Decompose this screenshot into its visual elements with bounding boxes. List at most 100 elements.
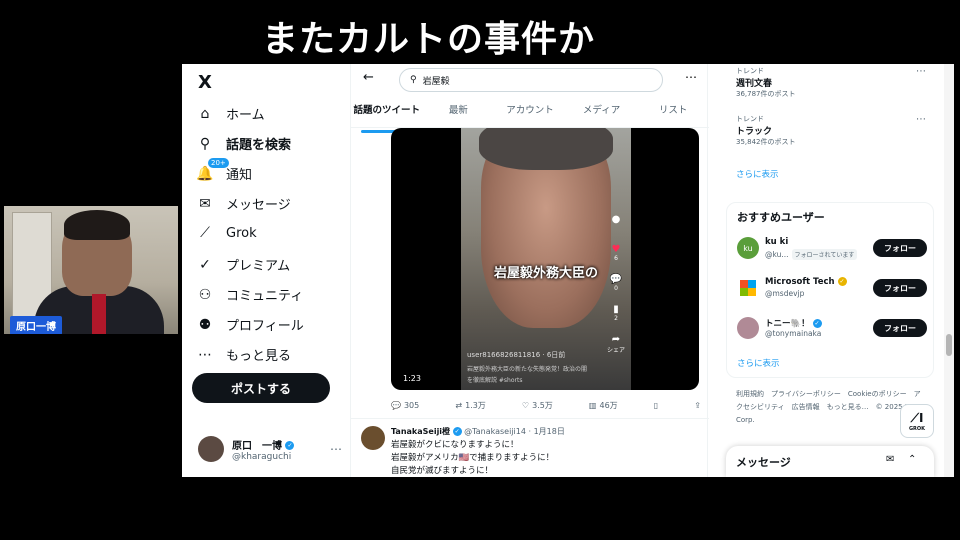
bookmark-button[interactable]: ▯ (654, 400, 658, 411)
more-dots-icon[interactable]: ⋯ (685, 70, 697, 84)
account-switcher[interactable]: 原口 一博 ✓ @kharaguchi ⋯ (198, 436, 342, 462)
trend-title: 週刊文春 (736, 79, 773, 89)
tweet-author-handle: @Tanakaseiji14 (464, 427, 526, 436)
verified-icon: ✓ (452, 427, 462, 436)
tab-top[interactable]: 話題のツイート (351, 100, 423, 133)
trend-title: トラック (736, 127, 773, 137)
nav-item-label: コミュニティ (226, 289, 304, 304)
avatar: ku (737, 237, 759, 259)
footer-links[interactable]: 利用規約 プライバシーポリシー Cookieのポリシー アクセシビリティ 広告情… (736, 388, 926, 427)
stage: またカルトの事件か 原口一博 X ⌂ ホーム ⚲ 話題を検索 🔔 20+ 通知 ✉ メッセージ ⟋… (0, 0, 960, 540)
bookmark-icon: ▯ (653, 401, 659, 410)
avatar (198, 436, 224, 462)
profile-icon: ⚉ (198, 316, 212, 333)
tab-lists[interactable]: リスト (637, 100, 709, 127)
messages-drawer[interactable]: メッセージ ✉ ⌃ (726, 446, 934, 477)
nav-item-profile[interactable]: ⚉ プロフィール (196, 315, 304, 335)
messages-title: メッセージ (736, 456, 791, 469)
grok-icon: ⟋ (200, 225, 210, 241)
repost-icon: ⇄ (455, 401, 463, 410)
account-handle: @kharaguchi (232, 451, 292, 462)
video-frame: 岩屋毅外務大臣の ● ♥ 6 💬 0 ▮ 2 ➦ シェア user81668268118… (461, 128, 631, 390)
notification-badge: 20+ (208, 157, 229, 168)
grok-button[interactable]: ⟋I GROK (900, 404, 934, 438)
webcam-name-tag: 原口一博 (10, 316, 62, 334)
avatar (737, 317, 759, 339)
tab-media[interactable]: メディア (566, 100, 638, 127)
video-heart-icon: ♥ 6 (611, 244, 621, 262)
nav-item-more[interactable]: ⋯ もっと見る (196, 345, 292, 365)
chevron-up-icon[interactable]: ⌃ (908, 454, 916, 465)
more-dots-icon[interactable]: ⋯ (916, 114, 926, 125)
grok-label: GROK (908, 425, 926, 432)
follow-button[interactable]: フォロー (873, 279, 927, 297)
avatar[interactable] (361, 426, 385, 450)
tab-accounts[interactable]: アカウント (494, 100, 566, 127)
webcam-feed: 原口一博 (4, 206, 178, 334)
nav-item-grok[interactable]: ⟋ Grok (196, 225, 257, 241)
trend-item[interactable]: トレンド 週刊文春 36,787件のポスト ⋯ (736, 66, 926, 99)
bell-icon: 🔔 20+ (196, 157, 229, 182)
scrollbar-thumb[interactable] (946, 334, 952, 356)
tweet-date: 1月18日 (533, 427, 565, 436)
premium-icon: ✓ (199, 256, 211, 273)
tweet-author-name[interactable]: TanakaSeiji橙 (391, 427, 450, 436)
user-handle: @msdevjp (765, 289, 805, 298)
tab-latest[interactable]: 最新 (423, 100, 495, 127)
trend-label: トレンド (736, 67, 764, 75)
like-button[interactable]: ♡ 3.5万 (522, 400, 553, 411)
back-arrow-icon[interactable]: ← (363, 70, 374, 85)
recommended-user[interactable]: ku ku ki @ku... フォローされています フォロー (737, 235, 927, 263)
trend-item[interactable]: トレンド トラック 35,842件のポスト ⋯ (736, 114, 926, 147)
more-dots-icon[interactable]: ⋯ (916, 66, 926, 77)
show-more-users-link[interactable]: さらに表示 (737, 357, 780, 369)
nav-item-mail[interactable]: ✉ メッセージ (196, 194, 291, 214)
microsoft-logo-icon (740, 280, 756, 296)
heart-icon: ♡ (521, 401, 530, 410)
nav-item-label: ホーム (226, 108, 265, 123)
nav-item-label: 話題を検索 (226, 138, 292, 153)
user-name: トニー🐘！ (765, 319, 810, 329)
video-player[interactable]: 岩屋毅外務大臣の ● ♥ 6 💬 0 ▮ 2 ➦ シェア user81668268118… (391, 128, 699, 390)
user-name: Microsoft Tech (765, 277, 835, 287)
follow-button[interactable]: フォロー (873, 319, 927, 337)
tweet-text-line: 岩屋毅がクビになりますように！ (391, 440, 519, 450)
nav-item-premium[interactable]: ✓ プレミアム (196, 255, 290, 275)
follows-you-badge: フォローされています (791, 249, 858, 260)
x-logo-icon[interactable]: X (198, 72, 212, 93)
tweet-text-line: 自民党が滅びますように！ (391, 466, 494, 476)
recommended-users-title: おすすめユーザー (737, 211, 825, 224)
share-icon: ⇪ (694, 401, 701, 410)
nav-item-label: Grok (226, 225, 257, 241)
show-more-trends-link[interactable]: さらに表示 (736, 168, 779, 180)
nav-item-community[interactable]: ⚇ コミュニティ (196, 285, 304, 305)
reply-button[interactable]: 💬 305 (391, 400, 419, 411)
x-browser-window: X ⌂ ホーム ⚲ 話題を検索 🔔 20+ 通知 ✉ メッセージ ⟋ Grok ✓ プレミアム ⚇ コミュニ… (182, 64, 954, 477)
nav-item-label: もっと見る (226, 349, 292, 364)
verified-icon: ✓ (285, 441, 295, 450)
repost-button[interactable]: ⇄ 1.3万 (455, 400, 485, 411)
user-handle: @ku... (765, 250, 789, 259)
more-icon: ⋯ (198, 346, 212, 363)
headline-text: またカルトの事件か (262, 19, 596, 60)
tweet-header: TanakaSeiji橙 ✓ @Tanakaseiji14 · 1月18日 (391, 427, 565, 436)
nav-item-search[interactable]: ⚲ 話題を検索 (196, 134, 292, 154)
follow-button[interactable]: フォロー (873, 239, 927, 257)
views-button[interactable]: ▥ 46万 (589, 400, 618, 411)
share-button[interactable]: ⇪ (694, 400, 701, 411)
recommended-user[interactable]: Microsoft Tech ✓ @msdevjp フォロー (737, 275, 927, 303)
post-button[interactable]: ポストする (192, 373, 330, 403)
page-scrollbar[interactable] (944, 64, 954, 477)
nav-item-bell[interactable]: 🔔 20+ 通知 (196, 157, 252, 183)
search-input[interactable]: ⚲ 岩屋毅 (399, 68, 663, 92)
more-dots-icon[interactable]: ⋯ (330, 442, 342, 456)
search-header: ← ⚲ 岩屋毅 ⋯ (351, 64, 709, 96)
video-timestamp: 1:23 (403, 374, 421, 383)
recommended-user[interactable]: トニー🐘！ ✓ @tonymainaka フォロー (737, 315, 927, 343)
webcam-person-tie (92, 294, 106, 334)
nav-item-home[interactable]: ⌂ ホーム (196, 104, 265, 124)
verified-icon: ✓ (812, 319, 822, 328)
new-message-icon[interactable]: ✉ (886, 454, 894, 465)
tweet-actions: 💬 305 ⇄ 1.3万 ♡ 3.5万 ▥ 46万 ▯ ⇪ (391, 400, 701, 411)
user-handle: @tonymainaka (765, 329, 822, 338)
